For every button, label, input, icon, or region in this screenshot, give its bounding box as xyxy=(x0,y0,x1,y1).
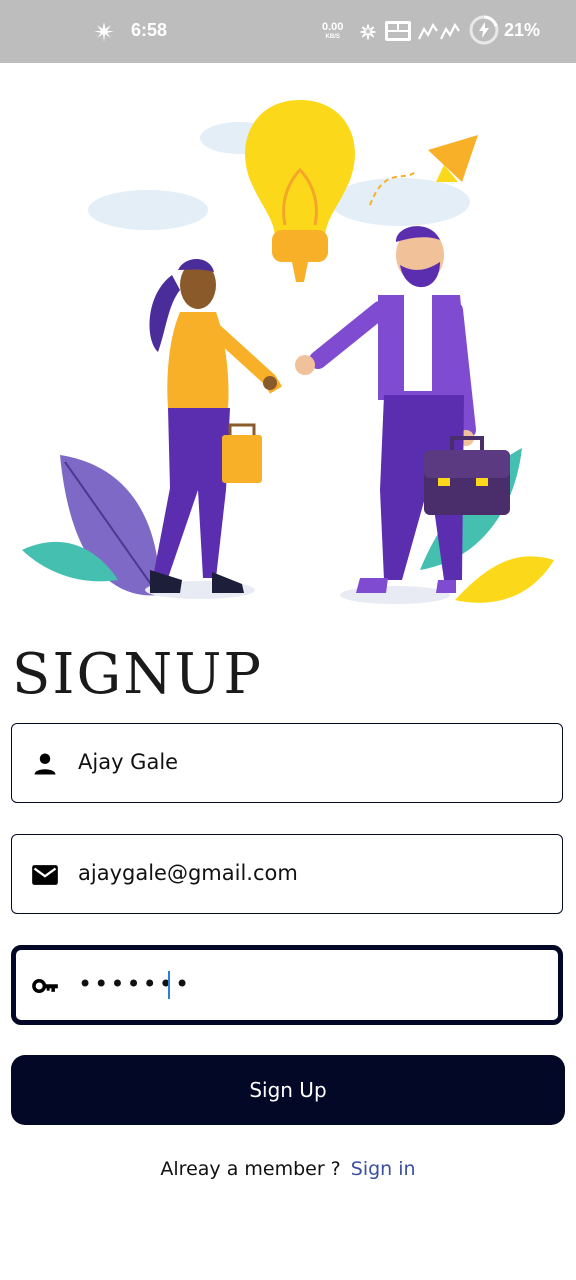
name-input[interactable] xyxy=(78,742,538,782)
signal-icon xyxy=(440,22,460,40)
sign-in-link[interactable]: Sign in xyxy=(351,1158,416,1180)
text-cursor xyxy=(168,971,170,999)
member-prompt: Alreay a member ? xyxy=(160,1158,341,1180)
battery-percent: 21% xyxy=(504,20,541,40)
network-speed-unit: KB/S xyxy=(325,34,340,40)
status-time: 6:58 xyxy=(131,20,168,40)
password-field[interactable] xyxy=(11,945,563,1025)
email-field[interactable] xyxy=(11,834,563,914)
battery-charging-icon xyxy=(469,15,499,45)
signal-icon xyxy=(418,22,438,40)
footer: Alreay a member ? Sign in xyxy=(0,1158,576,1180)
name-field[interactable] xyxy=(11,723,563,803)
volte-icon xyxy=(385,21,411,41)
sign-up-button[interactable]: Sign Up xyxy=(11,1055,565,1125)
person-icon xyxy=(34,753,56,775)
page-title: SIGNUP xyxy=(12,642,264,707)
network-speed: 0.00 KB/S xyxy=(322,22,343,42)
password-input[interactable] xyxy=(78,964,538,1004)
status-bar: 6:58 0.00 KB/S 21% xyxy=(0,0,576,63)
email-input[interactable] xyxy=(78,853,538,893)
leaf-icon xyxy=(94,22,114,42)
handshake-illustration xyxy=(22,100,554,604)
mail-icon xyxy=(32,865,58,885)
key-icon xyxy=(32,979,58,993)
leaf-icon xyxy=(360,24,376,40)
